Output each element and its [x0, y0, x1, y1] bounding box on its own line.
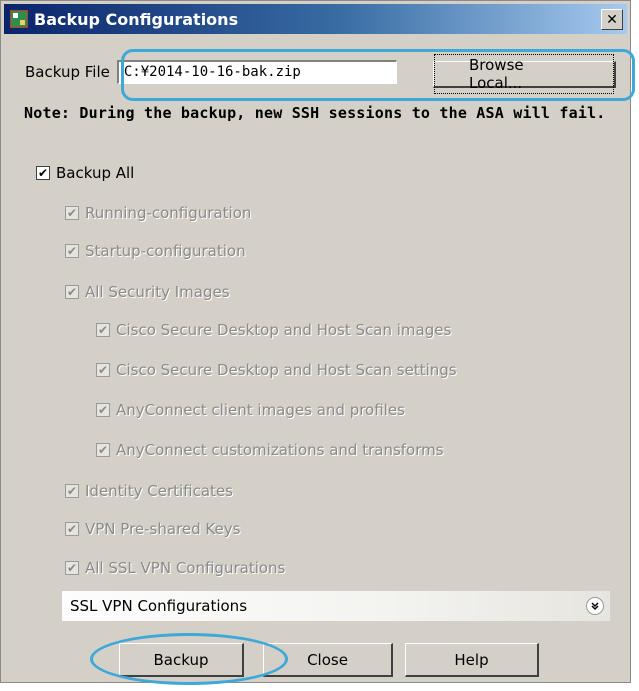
help-button[interactable]: Help	[405, 643, 539, 677]
close-icon: ✕	[606, 11, 618, 28]
backup-file-label: Backup File	[25, 63, 110, 81]
running-config-label: Running-configuration	[85, 204, 252, 222]
anyconnect-images-option: ✔ AnyConnect client images and profiles	[96, 401, 405, 419]
highlight-annotation-ellipse	[90, 633, 288, 685]
csd-settings-checkbox: ✔	[96, 363, 110, 377]
title-bar[interactable]: Backup Configurations ✕	[4, 4, 627, 34]
anyconnect-custom-checkbox: ✔	[96, 443, 110, 457]
ssh-warning-note: Note: During the backup, new SSH session…	[24, 104, 606, 122]
asdm-app-icon	[10, 10, 28, 28]
anyconnect-custom-label: AnyConnect customizations and transforms	[116, 441, 444, 459]
help-button-label: Help	[454, 650, 489, 669]
anyconnect-images-label: AnyConnect client images and profiles	[116, 401, 405, 419]
backup-all-label: Backup All	[56, 164, 135, 182]
close-window-button[interactable]: ✕	[601, 9, 623, 30]
security-images-label: All Security Images	[85, 283, 230, 301]
startup-config-label: Startup-configuration	[85, 242, 246, 260]
ssl-vpn-section-header[interactable]: SSL VPN Configurations	[62, 591, 610, 621]
vpn-keys-label: VPN Pre-shared Keys	[85, 520, 241, 538]
window-title: Backup Configurations	[34, 9, 239, 29]
anyconnect-images-checkbox: ✔	[96, 403, 110, 417]
csd-images-label: Cisco Secure Desktop and Host Scan image…	[116, 321, 452, 339]
security-images-checkbox: ✔	[65, 285, 79, 299]
expand-icon[interactable]	[586, 597, 604, 615]
double-chevron-down-icon	[591, 602, 599, 611]
close-button-label: Close	[307, 650, 348, 669]
identity-certs-checkbox: ✔	[65, 484, 79, 498]
running-config-checkbox: ✔	[65, 206, 79, 220]
ssl-vpn-all-checkbox: ✔	[65, 561, 79, 575]
identity-certs-option: ✔ Identity Certificates	[65, 482, 233, 500]
ssl-vpn-section-label: SSL VPN Configurations	[70, 597, 248, 615]
csd-settings-label: Cisco Secure Desktop and Host Scan setti…	[116, 361, 457, 379]
ssl-vpn-all-label: All SSL VPN Configurations	[85, 559, 286, 577]
startup-config-option: ✔ Startup-configuration	[65, 242, 246, 260]
backup-dialog: Backup Configurations ✕ Backup File C:¥2…	[0, 0, 635, 685]
startup-config-checkbox: ✔	[65, 244, 79, 258]
csd-images-checkbox: ✔	[96, 323, 110, 337]
backup-all-checkbox[interactable]: ✔	[36, 166, 50, 180]
csd-settings-option: ✔ Cisco Secure Desktop and Host Scan set…	[96, 361, 457, 379]
ssl-vpn-all-option: ✔ All SSL VPN Configurations	[65, 559, 285, 577]
security-images-option: ✔ All Security Images	[65, 283, 230, 301]
running-config-option: ✔ Running-configuration	[65, 204, 251, 222]
vpn-keys-option: ✔ VPN Pre-shared Keys	[65, 520, 240, 538]
highlight-annotation-rect	[121, 49, 635, 101]
identity-certs-label: Identity Certificates	[85, 482, 233, 500]
csd-images-option: ✔ Cisco Secure Desktop and Host Scan ima…	[96, 321, 451, 339]
backup-all-option[interactable]: ✔ Backup All	[36, 164, 134, 182]
vpn-keys-checkbox: ✔	[65, 522, 79, 536]
anyconnect-custom-option: ✔ AnyConnect customizations and transfor…	[96, 441, 444, 459]
